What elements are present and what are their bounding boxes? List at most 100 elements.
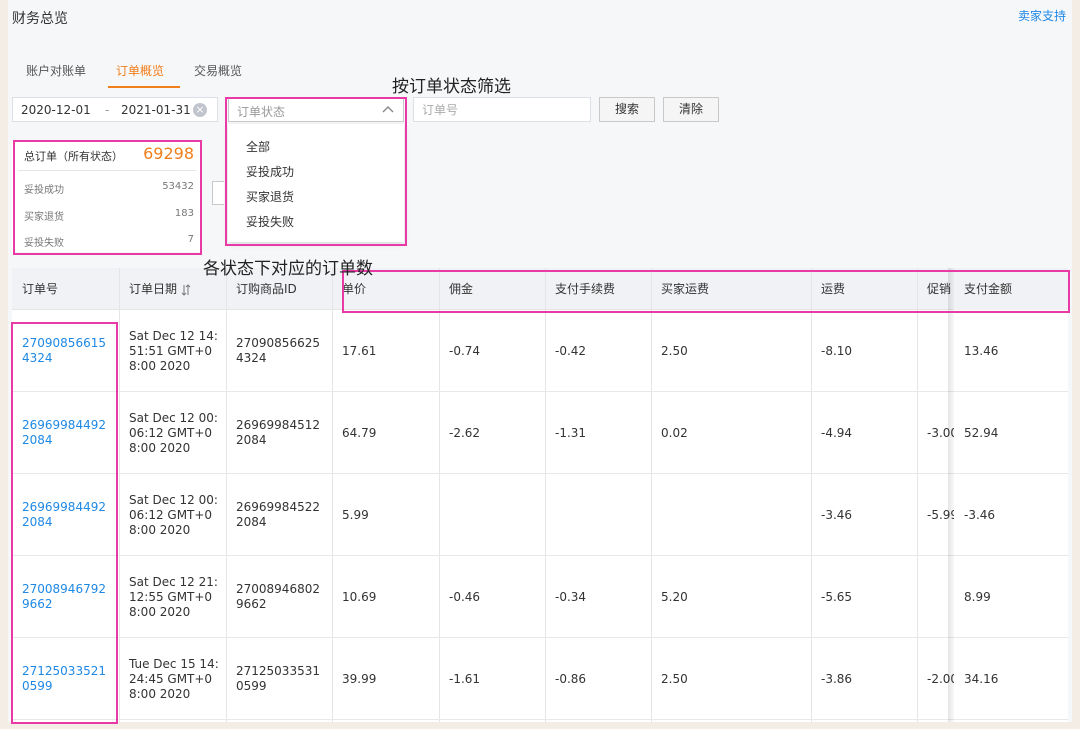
cell-buyer-shipping: 2.50: [661, 672, 688, 686]
order-number-link[interactable]: 269699844922084: [12, 474, 119, 556]
order-number-link[interactable]: 269699844922084: [12, 392, 119, 474]
tab-bar: 账户对账单 订单概览 交易概览: [8, 50, 1068, 90]
col-buyer-shipping[interactable]: 买家运费: [651, 268, 811, 310]
status-option-delivered[interactable]: 妥投成功: [246, 163, 294, 180]
table-row: 8.99: [954, 556, 1068, 638]
cell-buyer-shipping: 0.02: [661, 426, 688, 440]
summary-row-label: 妥投成功: [24, 185, 64, 196]
tab-transaction-overview[interactable]: 交易概览: [194, 62, 242, 79]
cell-commission: -0.74: [449, 344, 481, 358]
table-row: 34.16: [954, 638, 1068, 720]
summary-row-value: 53432: [162, 181, 194, 192]
status-option-all[interactable]: 全部: [246, 138, 270, 155]
hidden-button[interactable]: [212, 181, 224, 205]
cell-paid-amount: 34.16: [964, 672, 999, 686]
cell-paid-amount: -3.46: [964, 508, 996, 522]
table-row: 269699844922084 Sat Dec 12 00:06:12 GMT+…: [12, 474, 1068, 556]
order-number-link[interactable]: 271250335210599: [12, 638, 119, 720]
search-button[interactable]: 搜索: [599, 97, 655, 122]
filter-bar: 2020-12-01 - 2021-01-31 × 订单状态 搜索 清除: [8, 97, 1068, 122]
cell-commission: -1.61: [449, 672, 481, 686]
table-row: 271250335210599 Tue Dec 15 14:24:45 GMT+…: [12, 638, 1068, 720]
page-title: 财务总览: [12, 11, 68, 27]
order-status-placeholder: 订单状态: [237, 105, 286, 119]
cell-shipping: -3.46: [821, 508, 853, 522]
cell-order-date: Sat Dec 12 14:51:51 GMT+08:00 2020: [129, 328, 218, 373]
cell-product-id: 270908566254324: [236, 336, 320, 365]
order-status-dropdown: 全部 妥投成功 买家退货 妥投失败: [228, 124, 404, 242]
cell-shipping: -4.94: [821, 426, 853, 440]
cell-product-id: 270089468029662: [236, 582, 320, 611]
cell-order-date: Sat Dec 12 00:06:12 GMT+08:00 2020: [129, 492, 218, 537]
filter-annotation: 按订单状态筛选: [392, 77, 511, 97]
summary-row-returned: 买家退货 183: [24, 208, 194, 223]
date-start[interactable]: 2020-12-01: [21, 103, 91, 117]
table-row: 52.94: [954, 392, 1068, 474]
tab-order-overview[interactable]: 订单概览: [116, 62, 164, 79]
total-orders-value: 69298: [143, 144, 194, 163]
cell-order-date: Sat Dec 12 00:06:12 GMT+08:00 2020: [129, 410, 218, 455]
cell-shipping: -5.65: [821, 590, 853, 604]
clear-icon[interactable]: ×: [193, 103, 207, 117]
orders-table: 订单号 订单日期 订购商品ID 单价 佣金 支付手续费 买家运费 运费 促销 2…: [12, 268, 1068, 722]
cell-payment-fee: -1.31: [555, 426, 587, 440]
cell-order-date: Sat Dec 12 21:12:55 GMT+08:00 2020: [129, 574, 218, 619]
chevron-up-icon: [382, 106, 394, 113]
sort-icon[interactable]: [181, 283, 191, 296]
cell-buyer-shipping: [651, 474, 811, 556]
seller-support-link[interactable]: 卖家支持: [1018, 7, 1066, 24]
cell-commission: -0.46: [449, 590, 481, 604]
cell-unit-price: 10.69: [342, 590, 377, 604]
cell-unit-price: 17.61: [342, 344, 377, 358]
col-commission[interactable]: 佣金: [439, 268, 545, 310]
cell-order-date: Tue Dec 15 14:24:45 GMT+08:00 2020: [129, 656, 219, 701]
cell-shipping: -3.86: [821, 672, 853, 686]
status-option-returned[interactable]: 买家退货: [246, 188, 294, 205]
status-option-failed[interactable]: 妥投失败: [246, 213, 294, 230]
summary-divider: [18, 170, 196, 171]
cell-payment-fee: -0.42: [555, 344, 587, 358]
col-paid-amount[interactable]: 支付金额: [954, 268, 1068, 310]
summary-row-label: 买家退货: [24, 212, 64, 223]
date-separator: -: [105, 103, 110, 117]
col-payment-fee[interactable]: 支付手续费: [545, 268, 651, 310]
tab-account-statement[interactable]: 账户对账单: [26, 62, 86, 79]
summary-row-delivered: 妥投成功 53432: [24, 181, 194, 196]
cell-unit-price: 64.79: [342, 426, 377, 440]
cell-payment-fee: -0.86: [555, 672, 587, 686]
cell-product-id: 269699845122084: [236, 418, 320, 447]
order-summary-card: 总订单（所有状态） 69298 妥投成功 53432 买家退货 183 妥投失败…: [12, 140, 202, 252]
cell-buyer-shipping: 5.20: [661, 590, 688, 604]
order-number-link[interactable]: 270089467929662: [12, 556, 119, 638]
reset-button[interactable]: 清除: [663, 97, 719, 122]
cell-buyer-shipping: 2.50: [661, 344, 688, 358]
cell-product-id: 269699845222084: [236, 500, 320, 529]
active-tab-indicator: [108, 86, 180, 88]
cell-paid-amount: 52.94: [964, 426, 999, 440]
date-range-picker[interactable]: 2020-12-01 - 2021-01-31 ×: [12, 97, 218, 122]
cell-commission: -2.62: [449, 426, 481, 440]
fixed-paid-amount-column: 支付金额 13.46 52.94 -3.46 8.99 34.16: [954, 268, 1068, 722]
summary-row-value: 7: [187, 234, 194, 245]
order-status-select[interactable]: 订单状态: [228, 97, 404, 122]
table-row: 13.46: [954, 310, 1068, 392]
col-order-date-label: 订单日期: [129, 282, 178, 296]
order-number-input[interactable]: [413, 97, 591, 122]
col-shipping[interactable]: 运费: [811, 268, 917, 310]
summary-row-value: 183: [174, 208, 194, 219]
col-order-no[interactable]: 订单号: [12, 268, 119, 310]
cell-payment-fee: [545, 474, 651, 556]
cell-commission: [439, 474, 545, 556]
total-orders-label: 总订单（所有状态）: [24, 150, 123, 163]
order-number-link[interactable]: 270908566154324: [12, 310, 119, 392]
cell-paid-amount: 13.46: [964, 344, 999, 358]
count-annotation: 各状态下对应的订单数: [203, 259, 373, 279]
cell-payment-fee: -0.34: [555, 590, 587, 604]
table-row: -3.46: [954, 474, 1068, 556]
table-header: 订单号 订单日期 订购商品ID 单价 佣金 支付手续费 买家运费 运费 促销: [12, 268, 1068, 310]
cell-shipping: -8.10: [821, 344, 853, 358]
table-row: 269699844922084 Sat Dec 12 00:06:12 GMT+…: [12, 392, 1068, 474]
cell-paid-amount: 8.99: [964, 590, 991, 604]
cell-product-id: 271250335310599: [236, 664, 320, 693]
date-end[interactable]: 2021-01-31: [121, 103, 191, 117]
